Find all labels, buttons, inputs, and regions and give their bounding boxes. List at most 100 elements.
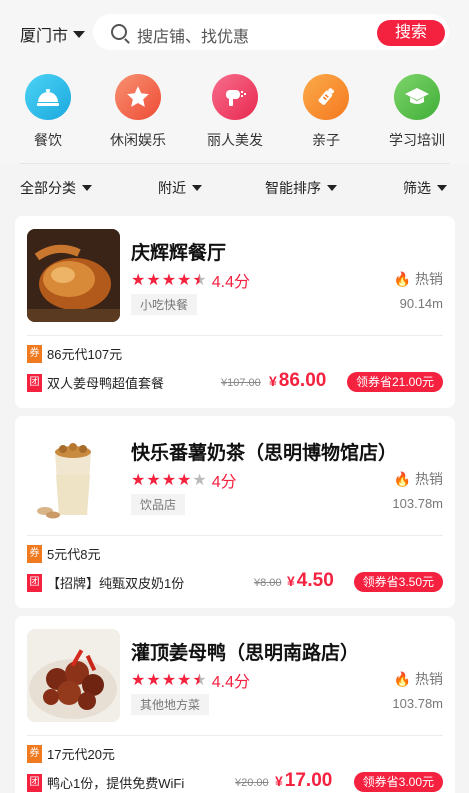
hot-badge: 🔥 热销 xyxy=(394,269,443,289)
rating-score: 4.4分 xyxy=(211,674,250,691)
hot-badge: 🔥 热销 xyxy=(394,669,443,689)
category-entertainment[interactable]: 休闲娱乐 xyxy=(98,74,178,150)
voucher-badge: 券 xyxy=(27,344,42,363)
deal-row[interactable]: 团 鸭心1份，提供免费WiFi ¥20.00 ¥17.00 领券省3.00元 xyxy=(27,770,443,793)
filter-all-categories[interactable]: 全部分类 xyxy=(20,178,92,198)
flame-icon: 🔥 xyxy=(393,670,411,687)
voucher-badge: 券 xyxy=(27,744,42,763)
category-dining[interactable]: 餐饮 xyxy=(8,74,88,150)
voucher-text: 17元代20元 xyxy=(47,747,115,762)
category-education[interactable]: 学习培训 xyxy=(377,74,457,150)
category-label: 休闲娱乐 xyxy=(110,132,166,148)
category-kids[interactable]: 亲子 xyxy=(286,74,366,150)
hot-label: 热销 xyxy=(415,271,443,287)
shop-card[interactable]: 灌顶姜母鸭（思明南路店） ★ ★ ★ ★ ★ 4.4分 其他地方菜 🔥 热销 10… xyxy=(15,616,455,793)
flame-icon: 🔥 xyxy=(393,470,411,487)
hot-label: 热销 xyxy=(415,471,443,487)
price-value: 17.00 xyxy=(284,770,333,791)
shop-card[interactable]: 庆辉辉餐厅 ★ ★ ★ ★ ★ 4.4分 小吃快餐 🔥 热销 90.14m 券 8… xyxy=(15,216,455,408)
graduation-cap-icon xyxy=(394,74,440,120)
category-tag: 其他地方菜 xyxy=(131,694,210,715)
coupon-button[interactable]: 领券省3.50元 xyxy=(353,572,443,592)
hot-label: 热销 xyxy=(415,671,443,687)
deal-row[interactable]: 团 【招牌】纯甄双皮奶1份 ¥8.00 ¥4.50 领券省3.50元 xyxy=(27,570,443,594)
category-label: 亲子 xyxy=(312,132,340,148)
shop-name: 快乐番薯奶茶（思明博物馆店） xyxy=(131,443,398,464)
deal-info: 团 鸭心1份，提供免费WiFi xyxy=(27,773,184,792)
divider xyxy=(27,535,443,536)
star-icon: ★ xyxy=(131,272,146,289)
filter-smart-sort[interactable]: 智能排序 xyxy=(265,178,337,198)
shop-image xyxy=(27,429,120,522)
top-area: 厦门市 搜店铺、找优惠 搜索 餐饮 休闲娱乐 丽人美发 亲子 学习培训 xyxy=(0,0,469,164)
star-icon: ★ xyxy=(161,272,177,289)
currency-symbol: ¥ xyxy=(287,573,295,589)
filter-label: 全部分类 xyxy=(20,180,76,196)
deal-row[interactable]: 团 双人姜母鸭超值套餐 ¥107.00 ¥86.00 领券省21.00元 xyxy=(27,370,443,394)
coupon-button[interactable]: 领券省21.00元 xyxy=(346,372,443,392)
chevron-down-icon xyxy=(437,185,447,191)
star-icon: ★ xyxy=(131,472,146,489)
filter-bar: 全部分类 附近 智能排序 筛选 xyxy=(0,176,469,200)
distance: 103.78m xyxy=(392,696,443,711)
voucher-row[interactable]: 券 86元代107元 xyxy=(27,344,122,363)
distance: 103.78m xyxy=(392,496,443,511)
shop-name: 灌顶姜母鸭（思明南路店） xyxy=(131,643,360,664)
star-icon: ★ xyxy=(177,672,192,689)
deal-price: ¥17.00 xyxy=(275,770,332,792)
deal-text: 【招牌】纯甄双皮奶1份 xyxy=(47,576,185,591)
star-icon: ★ xyxy=(161,472,177,489)
divider xyxy=(27,735,443,736)
rating-score: 4.4分 xyxy=(211,274,250,291)
chevron-down-icon xyxy=(327,185,337,191)
deal-price: ¥86.00 xyxy=(269,370,326,392)
filter-screen[interactable]: 筛选 xyxy=(403,178,447,198)
category-tag: 小吃快餐 xyxy=(131,294,198,315)
city-selector[interactable]: 厦门市 xyxy=(20,22,86,46)
category-tag: 饮品店 xyxy=(131,494,186,515)
voucher-text: 5元代8元 xyxy=(47,547,101,562)
shop-name: 庆辉辉餐厅 xyxy=(131,243,227,264)
rating-stars: ★ ★ ★ ★ ★ 4分 xyxy=(131,468,237,492)
deal-price: ¥4.50 xyxy=(287,570,334,592)
half-star-icon: ★ xyxy=(192,672,207,689)
hairdryer-icon xyxy=(212,74,258,120)
filter-label: 筛选 xyxy=(403,180,431,196)
half-star-icon: ★ xyxy=(192,272,207,289)
group-badge: 团 xyxy=(27,573,42,592)
currency-symbol: ¥ xyxy=(275,773,283,789)
star-icon: ★ xyxy=(177,472,192,489)
voucher-badge: 券 xyxy=(27,544,42,563)
voucher-row[interactable]: 券 17元代20元 xyxy=(27,744,115,763)
price-value: 4.50 xyxy=(296,570,334,591)
chevron-down-icon xyxy=(73,30,86,38)
shop-image xyxy=(27,629,120,722)
price-value: 86.00 xyxy=(278,370,327,391)
divider xyxy=(27,335,443,336)
flame-icon: 🔥 xyxy=(393,270,411,287)
distance: 90.14m xyxy=(399,296,443,311)
group-badge: 团 xyxy=(27,773,42,792)
category-beauty[interactable]: 丽人美发 xyxy=(195,74,275,150)
chevron-down-icon xyxy=(192,185,202,191)
star-icon xyxy=(115,74,161,120)
hot-badge: 🔥 热销 xyxy=(394,469,443,489)
star-icon: ★ xyxy=(177,272,192,289)
filter-label: 附近 xyxy=(158,180,186,196)
rating-stars: ★ ★ ★ ★ ★ 4.4分 xyxy=(131,668,250,692)
category-label: 学习培训 xyxy=(389,132,445,148)
search-bar[interactable]: 搜店铺、找优惠 搜索 xyxy=(93,14,449,50)
search-input[interactable]: 搜店铺、找优惠 xyxy=(137,23,249,47)
chevron-down-icon xyxy=(82,185,92,191)
city-label: 厦门市 xyxy=(20,28,69,45)
deal-text: 鸭心1份，提供免费WiFi xyxy=(47,776,185,791)
deal-text: 双人姜母鸭超值套餐 xyxy=(47,376,165,391)
voucher-row[interactable]: 券 5元代8元 xyxy=(27,544,100,563)
search-button[interactable]: 搜索 xyxy=(377,20,445,46)
empty-star-icon: ★ xyxy=(192,472,207,489)
shop-card[interactable]: 快乐番薯奶茶（思明博物馆店） ★ ★ ★ ★ ★ 4分 饮品店 🔥 热销 103.… xyxy=(15,416,455,608)
filter-nearby[interactable]: 附近 xyxy=(158,178,202,198)
coupon-button[interactable]: 领券省3.00元 xyxy=(353,772,443,792)
baby-bottle-icon xyxy=(303,74,349,120)
category-row: 餐饮 休闲娱乐 丽人美发 亲子 学习培训 xyxy=(0,74,469,154)
